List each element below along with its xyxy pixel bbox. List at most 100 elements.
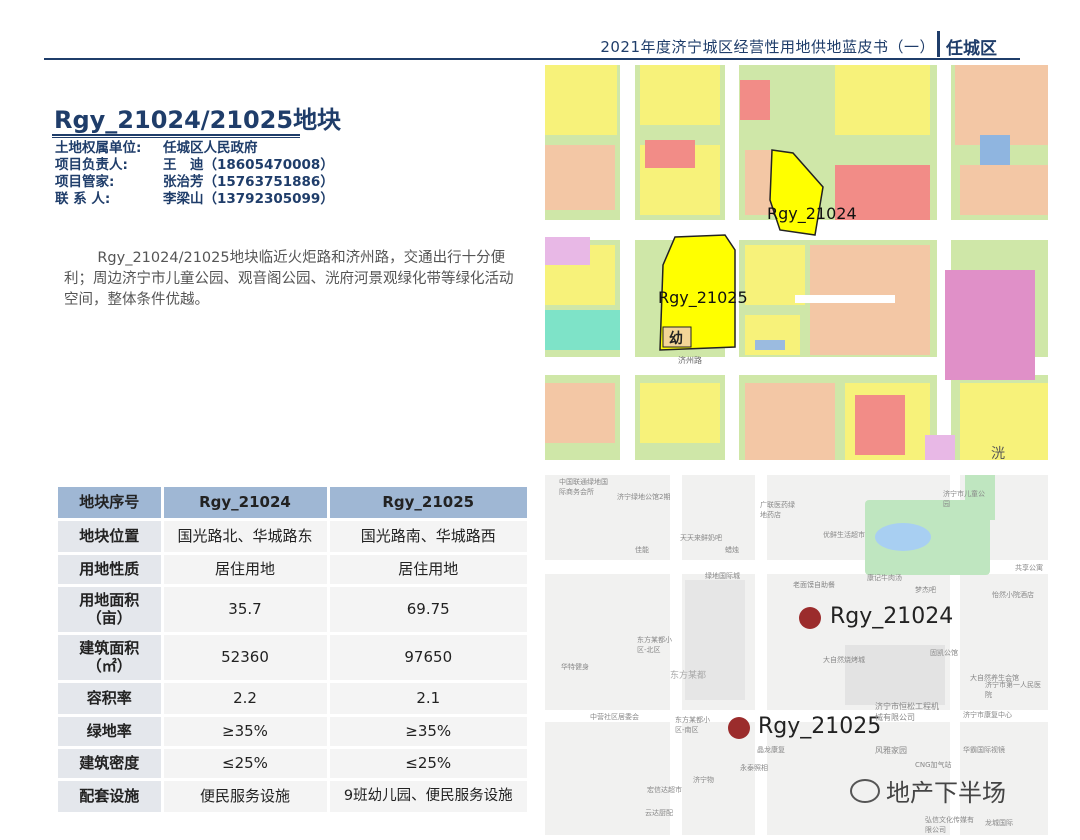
row-label: 用地面积（亩）: [58, 585, 164, 635]
table-header-cell: 地块序号: [58, 487, 164, 521]
poi-label: 梦杰吧: [915, 586, 936, 594]
table-row: 建筑密度 ≤25% ≤25%: [58, 747, 530, 781]
header-divider: [937, 31, 940, 57]
poi-label: 济宁市儿童公园: [943, 490, 985, 508]
poi-label: 云达厨配: [645, 809, 673, 817]
header-rule: [44, 58, 1020, 60]
info-row-owner: 土地权属单位: 任城区人民政府: [55, 140, 334, 157]
planning-map: Rgy_21024 Rgy_21025 幼 洸 济州路: [545, 65, 1048, 460]
info-row-manager: 项目负责人: 王 迪（18605470008）: [55, 157, 334, 174]
info-label: 项目管家:: [55, 174, 115, 190]
info-value: 王 迪（18605470008）: [163, 157, 334, 173]
poi-label: 绿地国际城: [705, 572, 740, 580]
poi-label: 怡然小院酒店: [992, 591, 1034, 599]
watermark: 地产下半场: [850, 773, 1006, 808]
table-row: 地块位置 国光路北、华城路东 国光路南、华城路西: [58, 519, 530, 555]
poi-label: 天天来鲜奶吧: [680, 534, 722, 542]
table-cell: ≥35%: [328, 715, 530, 749]
table-cell: 2.2: [162, 681, 330, 717]
poi-label: 大自然烧烤城: [823, 656, 865, 664]
row-label: 绿地率: [58, 715, 164, 749]
title-underline: [52, 134, 300, 136]
poi-label: 固凯公馆: [930, 649, 958, 657]
plot-data-table: 地块序号 Rgy_21024 Rgy_21025 地块位置 国光路北、华城路东 …: [58, 487, 530, 815]
table-cell: 国光路北、华城路东: [162, 519, 330, 555]
row-label: 配套设施: [58, 779, 164, 815]
info-label: 项目负责人:: [55, 157, 128, 173]
poi-label: 东方某都小区-北区: [637, 636, 672, 654]
poi-label: 蜡烛: [725, 546, 739, 554]
river-label: 洸: [991, 446, 1005, 460]
row-label: 用地性质: [58, 553, 164, 587]
poi-label: 优鲜生活超市: [823, 531, 865, 539]
poi-label: 济宁市恒松工程机械有限公司: [875, 702, 939, 722]
table-cell: 居住用地: [328, 553, 530, 587]
poi-label: 济宁市第一人民医院: [985, 681, 1041, 699]
table-header-row: 地块序号 Rgy_21024 Rgy_21025: [58, 487, 530, 521]
table-cell: 97650: [328, 633, 530, 683]
table-cell: ≥35%: [162, 715, 330, 749]
poi-label: 济宁市康复中心: [963, 711, 1012, 719]
poi-label: 老面馍自助餐: [793, 581, 835, 589]
table-header-cell: Rgy_21024: [162, 487, 330, 521]
info-value: 李梁山（13792305099）: [163, 191, 334, 207]
poi-label: CNG加气站: [915, 761, 952, 769]
table-row: 绿地率 ≥35% ≥35%: [58, 715, 530, 749]
watermark-text: 地产下半场: [886, 779, 1006, 807]
poi-label: 康记牛肉汤: [867, 574, 902, 582]
row-label: 建筑密度: [58, 747, 164, 781]
info-value: 张治芳（15763751886）: [163, 174, 334, 190]
map-label-plot-a: Rgy_21024: [767, 204, 857, 223]
poi-label: 佳能: [635, 546, 649, 554]
table-cell: 国光路南、华城路西: [328, 519, 530, 555]
poi-label: 风雅家园: [875, 746, 907, 755]
row-label: 容积率: [58, 681, 164, 717]
table-row: 容积率 2.2 2.1: [58, 681, 530, 717]
poi-label: 华特健身: [561, 663, 589, 671]
poi-label: 东方某都: [670, 671, 707, 681]
table-cell: 69.75: [328, 585, 530, 635]
title-underline-thin: [52, 137, 300, 138]
poi-label: 龙城国际: [985, 819, 1013, 827]
row-label: 建筑面积（㎡）: [58, 633, 164, 683]
road-label: 济州路: [678, 356, 702, 365]
wechat-icon: [850, 778, 880, 803]
kindergarten-label: 幼: [669, 331, 683, 347]
table-cell: ≤25%: [328, 747, 530, 781]
location-map: Rgy_21024 Rgy_21025 中国联通绿地国际商务会所 济宁绿地公馆2…: [545, 475, 1048, 835]
poi-label: 东方某都小区-南区: [675, 716, 710, 734]
table-cell: 便民服务设施: [162, 779, 330, 815]
table-header-cell: Rgy_21025: [328, 487, 530, 521]
table-cell: ≤25%: [162, 747, 330, 781]
table-row: 用地面积（亩） 35.7 69.75: [58, 585, 530, 635]
report-title: 2021年度济宁城区经营性用地供地蓝皮书（一）: [600, 38, 935, 56]
table-row: 用地性质 居住用地 居住用地: [58, 553, 530, 587]
info-label: 联 系 人:: [55, 191, 111, 207]
info-row-steward: 项目管家: 张治芳（15763751886）: [55, 174, 334, 191]
poi-label: 济宁绿地公馆2期: [617, 493, 671, 501]
poi-label: 华霸国际视镜: [963, 746, 1005, 754]
plot-description: Rgy_21024/21025地块临近火炬路和济州路，交通出行十分便利；周边济宁…: [64, 250, 514, 308]
location-label-plot-b: Rgy_21025: [758, 714, 882, 739]
table-row: 建筑面积（㎡） 52360 97650: [58, 633, 530, 683]
poi-label: 广联医药绿地药店: [760, 501, 795, 519]
table-cell: 52360: [162, 633, 330, 683]
poi-label: 弘信文化传媒有限公司: [925, 816, 974, 834]
info-label: 土地权属单位:: [55, 140, 142, 156]
location-label-plot-a: Rgy_21024: [830, 604, 954, 629]
poi-label: 中营社区居委会: [590, 713, 639, 721]
poi-label: 中国联通绿地国际商务会所: [559, 478, 608, 496]
poi-label: 共享公寓: [1015, 564, 1043, 572]
poi-label: 永泰照相: [740, 764, 768, 772]
table-row: 配套设施 便民服务设施 9班幼儿园、便民服务设施: [58, 779, 530, 815]
info-row-contact: 联 系 人: 李梁山（13792305099）: [55, 191, 334, 208]
poi-label: 济宁物: [693, 776, 714, 784]
table-cell: 9班幼儿园、便民服务设施: [328, 779, 530, 815]
contact-info: 土地权属单位: 任城区人民政府 项目负责人: 王 迪（18605470008） …: [55, 140, 334, 208]
table-cell: 2.1: [328, 681, 530, 717]
info-value: 任城区人民政府: [163, 140, 258, 156]
district-label: 任城区: [946, 39, 997, 59]
row-label: 地块位置: [58, 519, 164, 555]
plot-title: Rgy_21024/21025地块: [54, 106, 342, 134]
table-cell: 35.7: [162, 585, 330, 635]
